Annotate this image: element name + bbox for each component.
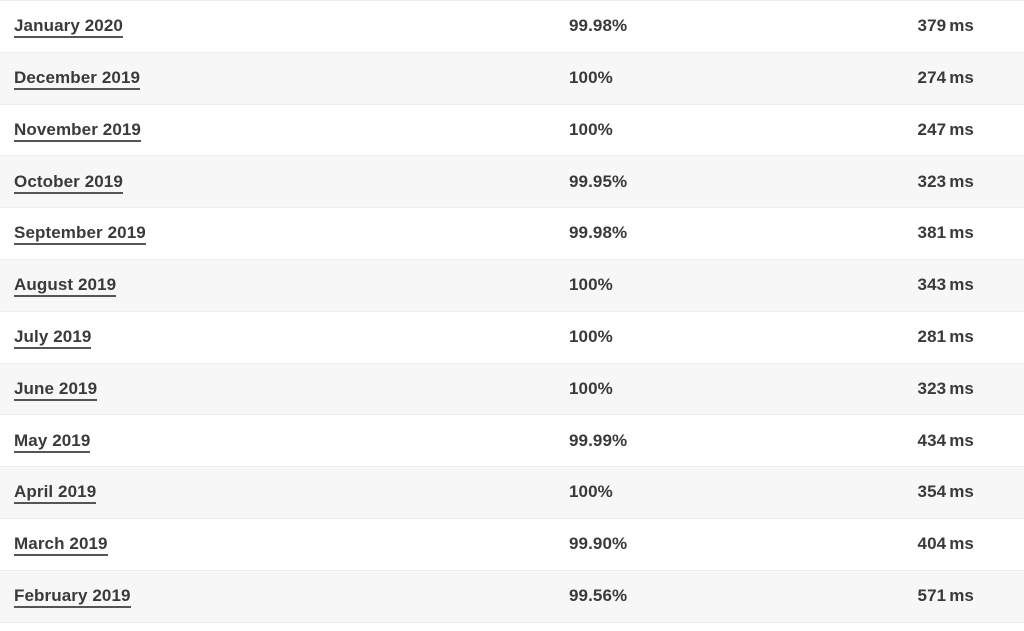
uptime-value: 99.98%	[569, 16, 628, 36]
uptime-table-body: January 2020 99.98% 379 ms December 2019 100%…	[0, 0, 1024, 623]
response-time-cell: 323 ms	[881, 156, 1024, 208]
response-time-cell: 379 ms	[881, 1, 1024, 53]
uptime-cell: 99.99%	[569, 415, 881, 467]
table-row: June 2019 100% 323 ms	[0, 363, 1024, 415]
month-cell: August 2019	[0, 259, 569, 311]
uptime-cell: 100%	[569, 467, 881, 519]
response-time-value: 343	[917, 275, 947, 295]
response-time-unit: ms	[949, 378, 974, 398]
month-link[interactable]: January 2020	[14, 16, 123, 39]
response-time-value: 354	[917, 482, 947, 502]
month-cell: March 2019	[0, 518, 569, 570]
response-time-value: 381	[917, 223, 947, 243]
table-row: May 2019 99.99% 434 ms	[0, 414, 1024, 467]
response-time-unit: ms	[949, 119, 974, 139]
table-row: August 2019 100% 343 ms	[0, 259, 1024, 312]
month-link[interactable]: June 2019	[14, 378, 98, 401]
response-time-value: 274	[917, 68, 947, 87]
response-time-value: 247	[917, 119, 947, 139]
uptime-value: 100%	[569, 275, 613, 295]
response-time-cell: 381 ms	[881, 208, 1024, 260]
uptime-cell: 100%	[569, 259, 881, 311]
response-time-cell: 274 ms	[881, 52, 1024, 104]
response-time-value: 323	[917, 378, 947, 398]
month-cell: January 2020	[0, 1, 569, 53]
response-time-unit: ms	[949, 16, 974, 36]
uptime-cell: 99.90%	[569, 518, 881, 570]
response-time-unit: ms	[949, 223, 974, 243]
uptime-cell: 100%	[569, 52, 881, 104]
month-link[interactable]: October 2019	[14, 171, 123, 194]
month-cell: November 2019	[0, 104, 569, 156]
response-time-cell: 434 ms	[881, 415, 1024, 467]
response-time-cell: 323 ms	[881, 363, 1024, 415]
month-link[interactable]: December 2019	[14, 68, 141, 90]
month-cell: June 2019	[0, 363, 569, 415]
response-time-unit: ms	[949, 534, 974, 554]
uptime-value: 100%	[569, 482, 613, 502]
month-link[interactable]: May 2019	[14, 430, 91, 453]
uptime-cell: 99.98%	[569, 1, 881, 53]
response-time-cell: 571 ms	[881, 570, 1024, 622]
month-link[interactable]: July 2019	[14, 326, 92, 349]
response-time-value: 323	[917, 171, 947, 191]
uptime-value: 99.99%	[569, 430, 628, 450]
uptime-cell: 99.56%	[569, 570, 881, 622]
response-time-cell: 281 ms	[881, 311, 1024, 363]
table-row: January 2020 99.98% 379 ms	[0, 0, 1024, 53]
response-time-cell: 247 ms	[881, 104, 1024, 156]
response-time-unit: ms	[949, 482, 974, 502]
response-time-value: 404	[917, 534, 947, 554]
response-time-unit: ms	[949, 275, 974, 295]
response-time-unit: ms	[949, 585, 974, 605]
uptime-value: 100%	[569, 68, 613, 87]
uptime-history-table: January 2020 99.98% 379 ms December 2019 100%…	[0, 0, 1024, 623]
month-cell: December 2019	[0, 52, 569, 104]
month-link[interactable]: September 2019	[14, 223, 146, 246]
table-row: October 2019 99.95% 323 ms	[0, 155, 1024, 208]
table-row: July 2019 100% 281 ms	[0, 311, 1024, 364]
uptime-cell: 100%	[569, 104, 881, 156]
month-cell: May 2019	[0, 415, 569, 467]
uptime-value: 99.95%	[569, 171, 628, 191]
response-time-cell: 354 ms	[881, 467, 1024, 519]
month-link[interactable]: February 2019	[14, 585, 131, 608]
response-time-value: 571	[917, 585, 947, 605]
table-row: February 2019 99.56% 571 ms	[0, 570, 1024, 623]
uptime-value: 100%	[569, 326, 613, 346]
uptime-value: 100%	[569, 378, 613, 398]
response-time-cell: 343 ms	[881, 259, 1024, 311]
response-time-value: 281	[917, 326, 947, 346]
month-link[interactable]: August 2019	[14, 275, 117, 298]
table-row: April 2019 100% 354 ms	[0, 466, 1024, 519]
uptime-value: 99.98%	[569, 223, 628, 243]
table-row: November 2019 100% 247 ms	[0, 104, 1024, 156]
response-time-unit: ms	[949, 326, 974, 346]
uptime-cell: 100%	[569, 363, 881, 415]
response-time-unit: ms	[949, 171, 974, 191]
month-link[interactable]: April 2019	[14, 482, 97, 505]
uptime-cell: 99.95%	[569, 156, 881, 208]
uptime-cell: 100%	[569, 311, 881, 363]
response-time-value: 434	[917, 430, 947, 450]
month-cell: October 2019	[0, 156, 569, 208]
month-cell: April 2019	[0, 467, 569, 519]
table-row: March 2019 99.90% 404 ms	[0, 518, 1024, 571]
uptime-value: 99.56%	[569, 585, 628, 605]
uptime-value: 99.90%	[569, 534, 628, 554]
table-bottom-spacer	[0, 622, 1024, 631]
month-cell: February 2019	[0, 570, 569, 622]
month-link[interactable]: November 2019	[14, 119, 141, 142]
response-time-value: 379	[917, 16, 947, 36]
month-link[interactable]: March 2019	[14, 534, 108, 557]
month-cell: July 2019	[0, 311, 569, 363]
uptime-cell: 99.98%	[569, 208, 881, 260]
response-time-unit: ms	[949, 68, 974, 87]
month-cell: September 2019	[0, 208, 569, 260]
uptime-value: 100%	[569, 119, 613, 139]
table-row: September 2019 99.98% 381 ms	[0, 207, 1024, 260]
table-row: December 2019 100% 274 ms	[0, 52, 1024, 105]
response-time-cell: 404 ms	[881, 518, 1024, 570]
response-time-unit: ms	[949, 430, 974, 450]
